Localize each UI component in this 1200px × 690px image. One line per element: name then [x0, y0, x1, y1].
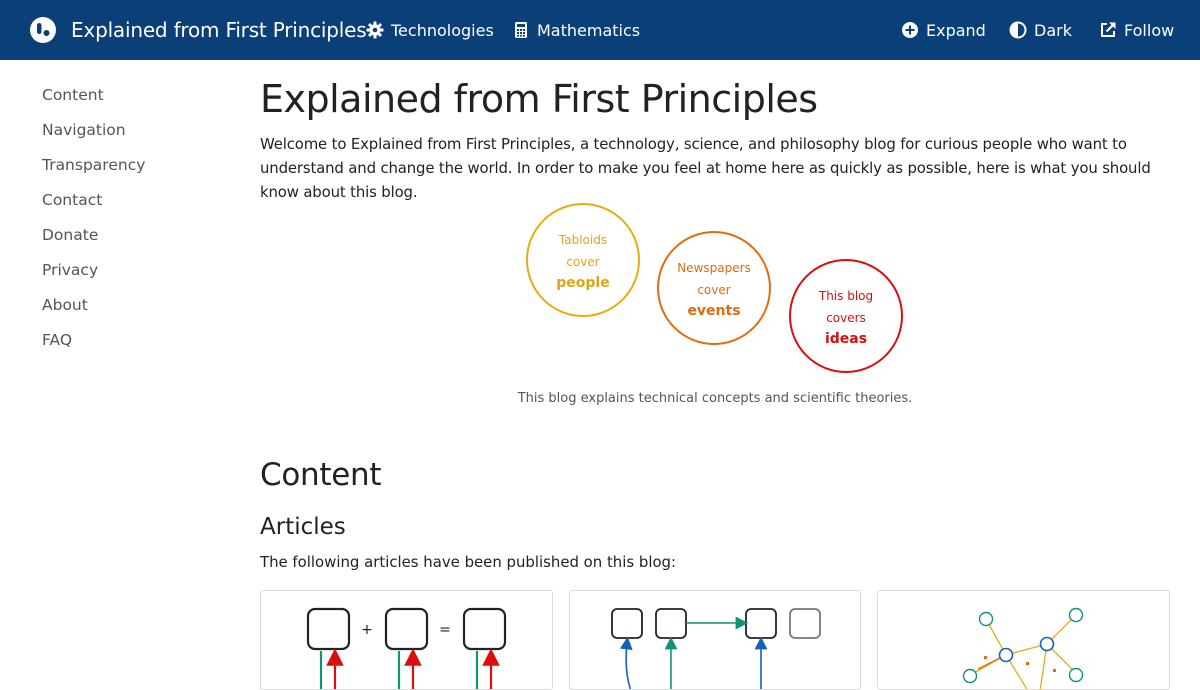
plus-sign: +	[361, 622, 373, 638]
nav-follow-label: Follow	[1124, 20, 1175, 40]
coverage-diagram: Tabloids cover people Newspapers cover e…	[524, 202, 906, 374]
nav-mathematics-label: Mathematics	[537, 20, 641, 40]
article-thumbnail-addition: + =	[306, 607, 507, 689]
circle-blog-strong: ideas	[824, 331, 868, 347]
sidebar-item-faq[interactable]: FAQ	[42, 329, 222, 364]
logo-icon	[30, 17, 56, 43]
intro-paragraph: Welcome to Explained from First Principl…	[260, 135, 1151, 201]
nav-dark-label: Dark	[1034, 20, 1072, 40]
nav-follow[interactable]: Follow	[1099, 18, 1174, 42]
top-navigation-bar: Explained from First Principles Technolo…	[0, 0, 1200, 60]
brand-link[interactable]: Explained from First Principles	[30, 16, 367, 44]
sidebar-item-donate[interactable]: Donate	[42, 224, 222, 259]
circle-tabloids-strong: people	[556, 275, 610, 291]
circle-newspapers: Newspapers cover events	[657, 231, 771, 345]
diagram-caption: This blog explains technical concepts an…	[517, 391, 913, 406]
nav-dark[interactable]: Dark	[1009, 18, 1072, 42]
articles-intro: The following articles have been publish…	[260, 553, 677, 571]
circle-blog: This blog covers ideas	[789, 259, 903, 373]
sidebar: Content Navigation Transparency Contact …	[42, 84, 222, 364]
sidebar-item-transparency[interactable]: Transparency	[42, 154, 222, 189]
contrast-icon	[1009, 21, 1027, 39]
article-card[interactable]	[569, 590, 861, 690]
circle-tabloids: Tabloids cover people	[526, 203, 640, 317]
circle-newspapers-line2: cover	[697, 283, 731, 297]
article-thumbnail-network	[962, 607, 1084, 689]
plus-circle-icon	[902, 22, 918, 38]
nav-expand-label: Expand	[926, 20, 986, 40]
circle-blog-line1: This blog	[818, 289, 874, 303]
nav-expand[interactable]: Expand	[901, 18, 986, 42]
circle-newspapers-strong: events	[687, 303, 741, 319]
external-link-icon	[1101, 22, 1116, 37]
brand-title: Explained from First Principles	[71, 18, 367, 42]
nav-mathematics[interactable]: Mathematics	[512, 18, 640, 42]
circle-tabloids-line2: cover	[566, 255, 600, 269]
circle-blog-line2: covers	[826, 311, 866, 325]
circle-newspapers-line1: Newspapers	[677, 261, 751, 275]
articles-heading: Articles	[260, 514, 346, 540]
sidebar-item-about[interactable]: About	[42, 294, 222, 329]
nav-technologies[interactable]: Technologies	[366, 18, 494, 42]
nav-technologies-label: Technologies	[391, 20, 494, 40]
sidebar-item-privacy[interactable]: Privacy	[42, 259, 222, 294]
sidebar-item-content[interactable]: Content	[42, 84, 222, 119]
article-thumbnail-signatures	[611, 608, 821, 689]
sidebar-item-navigation[interactable]: Navigation	[42, 119, 222, 154]
article-card[interactable]: + =	[260, 590, 553, 690]
sidebar-item-contact[interactable]: Contact	[42, 189, 222, 224]
page-title: Explained from First Principles	[260, 77, 818, 121]
article-card[interactable]	[877, 590, 1170, 690]
content-heading: Content	[260, 457, 382, 493]
circle-tabloids-line1: Tabloids	[558, 233, 608, 247]
equals-sign: =	[439, 622, 451, 638]
gear-icon	[366, 21, 384, 39]
calculator-icon	[515, 22, 527, 38]
